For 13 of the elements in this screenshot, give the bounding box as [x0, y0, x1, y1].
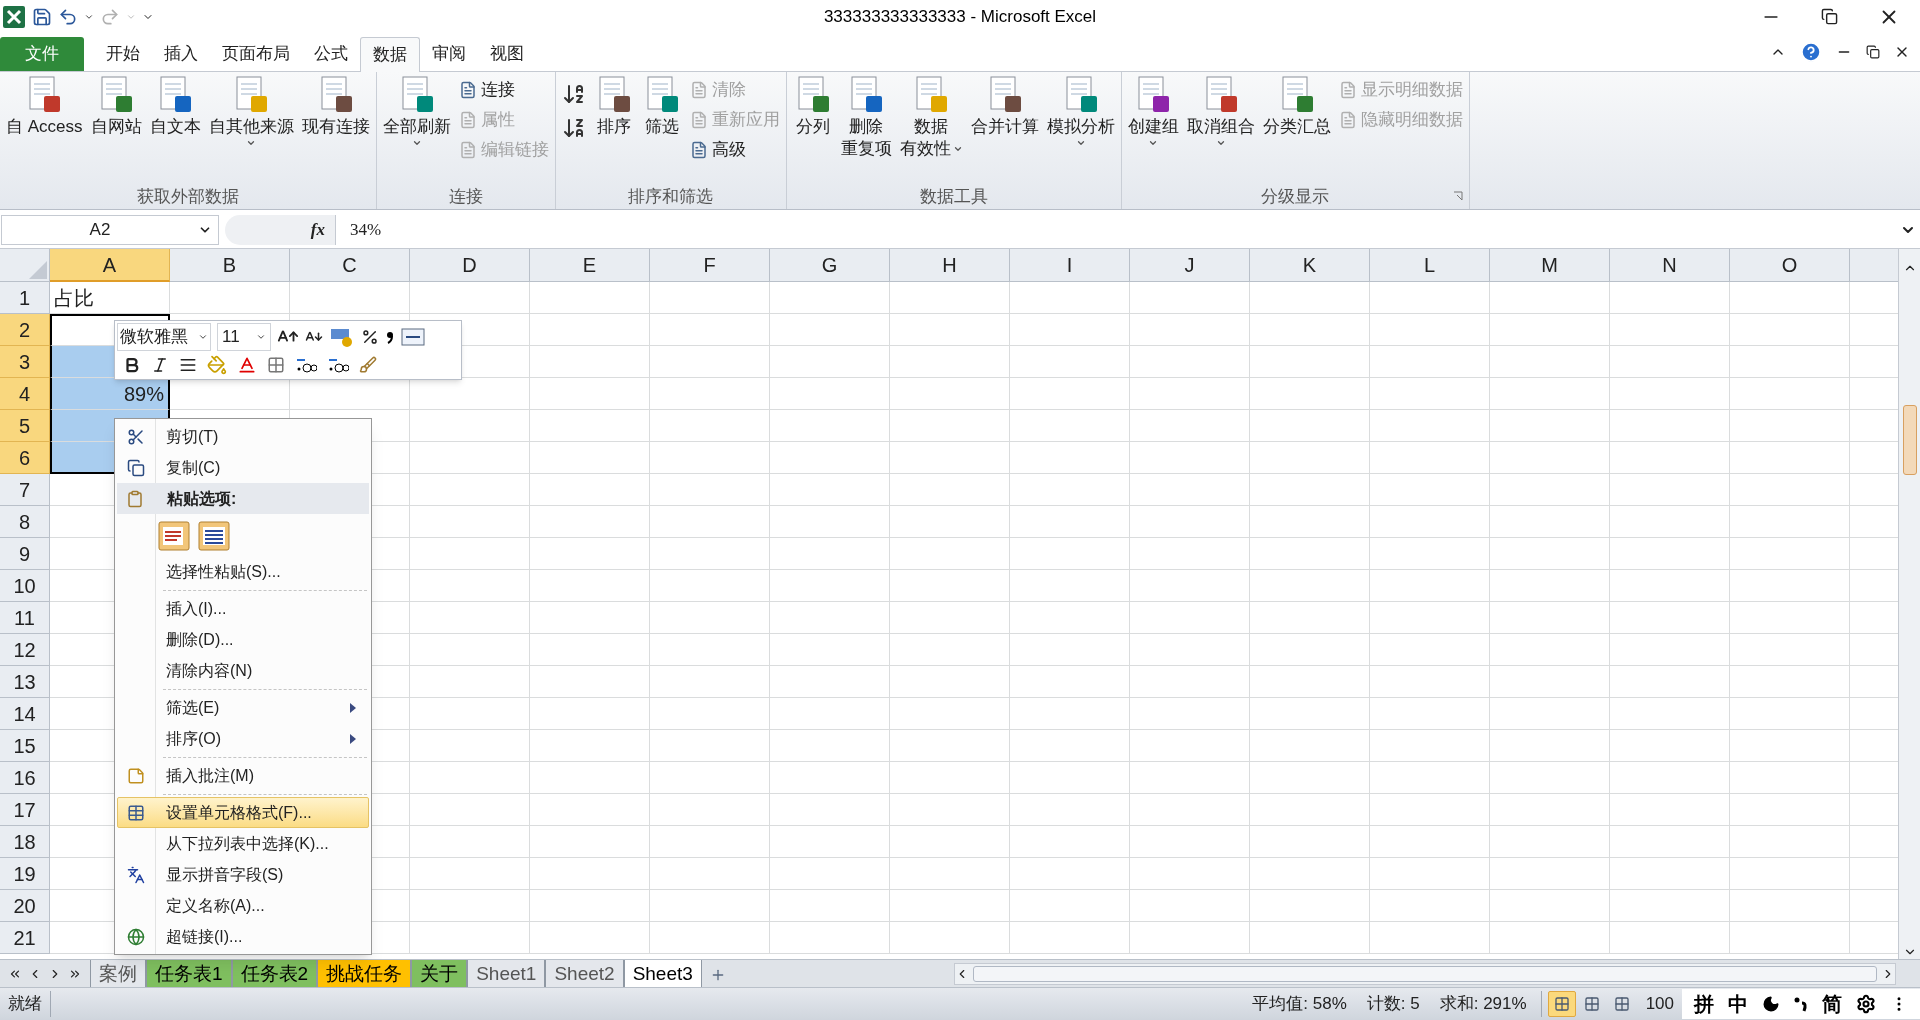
group-label: 获取外部数据 [136, 186, 239, 209]
status-stat: 平均值: 58% [1252, 993, 1347, 1016]
group-label: 连接 [448, 186, 483, 209]
group-label: 排序和筛选 [628, 186, 714, 209]
window-title: 333333333333333 - Microsoft Excel [823, 5, 1097, 28]
group-label: 数据工具 [919, 186, 988, 209]
group-label: 分级显示 [1261, 186, 1330, 209]
status-stat: 求和: 291% [1439, 993, 1527, 1016]
menu-heading: 粘贴选项: [117, 483, 369, 514]
status-stat: 计数: 5 [1366, 993, 1420, 1016]
cell-text: 占比 [54, 285, 94, 311]
status-text: 就绪 [0, 991, 51, 1017]
cell-text: 89% [123, 381, 164, 407]
